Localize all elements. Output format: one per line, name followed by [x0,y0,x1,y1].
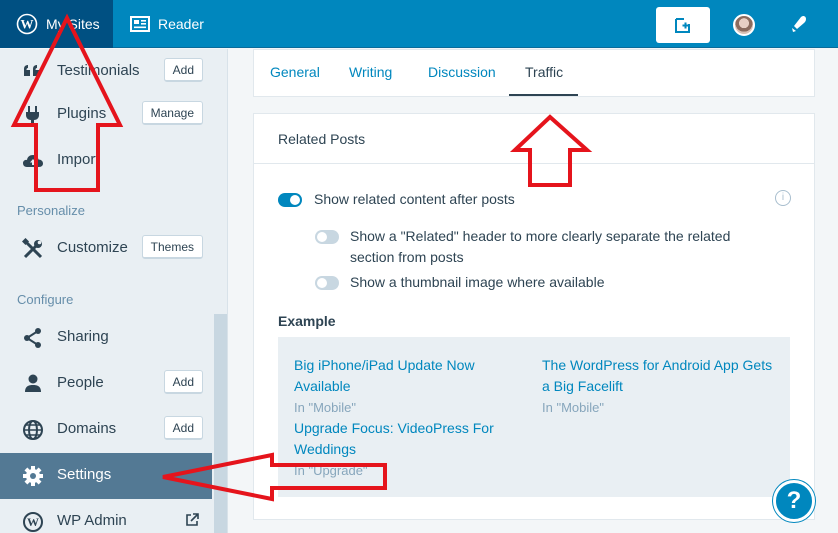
wordpress-logo-icon: W [16,13,38,35]
info-icon[interactable]: i [775,190,791,206]
thumbnail-label: Show a thumbnail image where available [350,274,605,290]
toggle-knob [317,232,327,242]
tab-general[interactable]: General [270,64,320,80]
my-sites-button[interactable]: W My Sites [0,0,113,48]
add-domain-button[interactable]: Add [163,416,203,440]
configure-heading: Configure [17,292,74,307]
toggle-knob [317,278,327,288]
sidebar-item-label: WP Admin [57,512,127,529]
reader-icon [130,16,150,32]
sidebar-item-label: Settings [57,466,112,483]
sidebar-item-import[interactable]: Import [0,138,212,184]
sidebar-item-wp-admin[interactable]: W WP Admin [0,499,212,533]
external-link-icon [186,513,199,526]
tab-discussion[interactable]: Discussion [428,64,496,80]
example-post-title[interactable]: Upgrade Focus: VideoPress For [294,418,494,439]
sidebar-item-domains[interactable]: Domains Add [0,407,212,453]
sidebar-scrollbar[interactable] [214,314,227,533]
reader-button[interactable]: Reader [113,0,204,48]
sidebar-item-settings[interactable]: Settings [0,453,212,499]
sidebar-item-sharing[interactable]: Sharing [0,315,212,361]
active-tab-indicator [509,94,578,96]
new-post-icon [675,18,690,33]
settings-tabs: General Writing Discussion Traffic [253,49,815,97]
user-avatar[interactable] [733,14,755,36]
example-post-title[interactable]: Available [294,376,351,397]
sidebar-item-plugins[interactable]: Plugins Manage [0,92,212,138]
show-related-label: Show related content after posts [314,191,515,207]
sidebar-item-testimonials[interactable]: Testimonials Add [0,49,212,95]
related-posts-card: Show related content after posts i Show … [253,163,815,520]
manage-plugins-button[interactable]: Manage [141,101,203,125]
related-header-toggle[interactable] [315,230,339,244]
write-post-button[interactable] [656,7,710,43]
person-icon [25,374,41,392]
sidebar-item-label: Testimonials [57,62,140,79]
example-post-title[interactable]: The WordPress for Android App Gets [542,355,772,376]
globe-icon [23,420,43,440]
related-posts-title: Related Posts [278,131,366,147]
add-people-button[interactable]: Add [163,370,203,394]
show-related-toggle[interactable] [278,193,302,207]
sidebar-item-label: Import [57,151,100,168]
masterbar: W My Sites Reader [0,0,838,48]
example-label: Example [278,313,336,329]
add-testimonial-button[interactable]: Add [163,58,203,82]
wordpress-icon: W [23,512,43,532]
sidebar-item-label: Sharing [57,328,109,345]
example-post-title[interactable]: a Big Facelift [542,376,623,397]
tools-icon [22,238,43,259]
sidebar-item-customize[interactable]: Customize Themes [0,226,212,272]
toggle-knob [290,195,300,205]
plug-icon [26,106,39,124]
tab-traffic[interactable]: Traffic [525,64,563,80]
related-header-label-line1: Show a "Related" header to more clearly … [350,228,731,244]
example-post-category: In "Mobile" [542,400,604,415]
themes-button[interactable]: Themes [141,235,203,259]
sidebar-item-label: Domains [57,420,117,437]
reader-label: Reader [158,16,204,32]
example-post-title[interactable]: Big iPhone/iPad Update Now [294,355,475,376]
cloud-upload-icon [23,155,43,167]
sidebar-item-label: People [57,374,104,391]
example-post-category: In "Upgrade" [294,463,368,478]
svg-text:W: W [27,515,39,529]
share-icon [24,328,41,348]
notifications-bell-icon[interactable] [788,12,810,34]
sidebar-item-label: Plugins [57,105,107,122]
related-header-label-line2: section from posts [350,249,464,265]
related-posts-header: Related Posts [253,113,815,163]
sidebar: Testimonials Add Plugins Manage Import P… [0,49,228,533]
example-post-title[interactable]: Weddings [294,439,356,460]
my-sites-label: My Sites [46,16,100,32]
thumbnail-toggle[interactable] [315,276,339,290]
help-button[interactable]: ? [773,480,815,522]
svg-text:W: W [21,17,34,32]
gear-icon [23,466,43,486]
example-post-category: In "Mobile" [294,400,356,415]
quote-icon [24,65,39,76]
sidebar-item-label: Customize [57,239,128,256]
sidebar-item-people[interactable]: People Add [0,361,212,407]
example-preview: Big iPhone/iPad Update Now Available In … [278,337,790,497]
personalize-heading: Personalize [17,203,85,218]
tab-writing[interactable]: Writing [349,64,392,80]
